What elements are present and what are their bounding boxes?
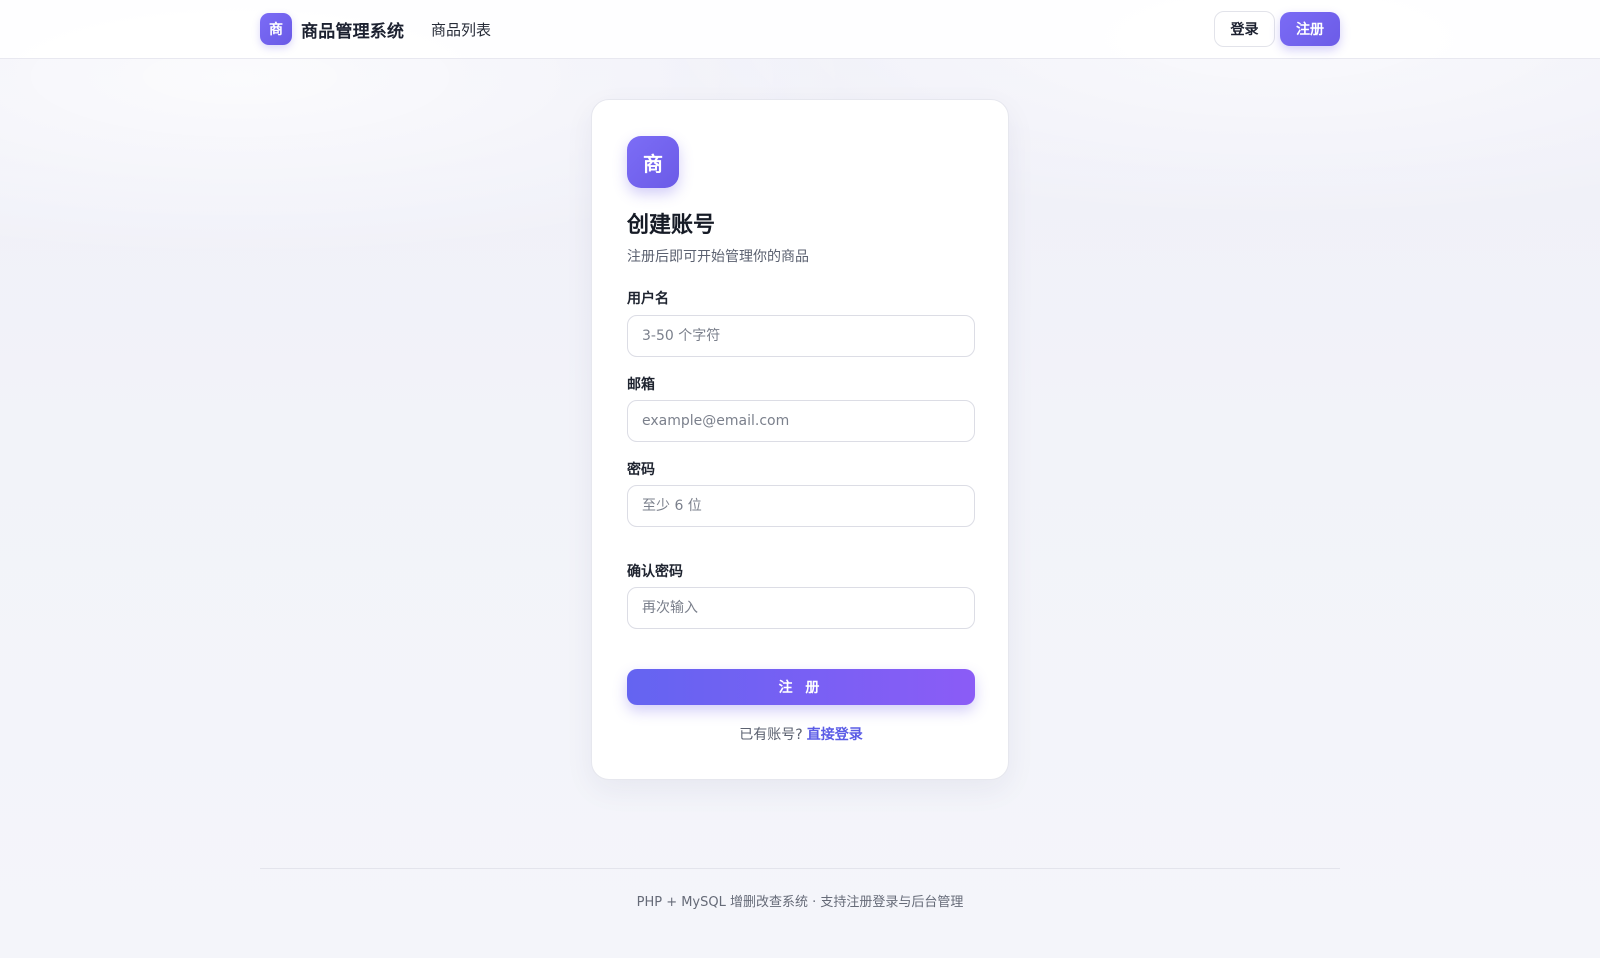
register-button[interactable]: 注册 [1280,12,1340,46]
submit-register-button[interactable]: 注 册 [627,669,975,705]
password-input[interactable] [627,485,975,527]
password-label: 密码 [627,462,655,478]
top-navigation-bar: 商 商品管理系统 商品列表 登录 注册 [0,0,1600,59]
confirm-password-input[interactable] [627,587,975,629]
nav-link-product-list[interactable]: 商品列表 [431,19,491,40]
email-input[interactable] [627,400,975,442]
direct-login-link[interactable]: 直接登录 [807,727,863,743]
page-title: 创建账号 [627,213,716,238]
confirm-password-label: 确认密码 [627,564,683,580]
email-label: 邮箱 [627,377,655,393]
register-card: 商 创建账号 注册后即可开始管理你的商品 用户名 邮箱 密码 确认密码 注 册 … [591,99,1009,780]
brand[interactable]: 商 商品管理系统 [260,13,404,45]
username-input[interactable] [627,315,975,357]
brand-logo-icon: 商 [260,13,292,45]
footer-text: PHP + MySQL 增删改查系统 · 支持注册登录与后台管理 [636,895,964,910]
username-label: 用户名 [627,291,669,307]
login-button[interactable]: 登录 [1214,11,1275,47]
card-logo-icon: 商 [627,136,679,188]
footer-divider [260,868,1340,869]
login-prompt: 已有账号? [739,727,803,743]
page-subtitle: 注册后即可开始管理你的商品 [627,249,809,265]
brand-name: 商品管理系统 [301,21,405,42]
login-hint: 已有账号? 直接登录 [592,724,1010,744]
